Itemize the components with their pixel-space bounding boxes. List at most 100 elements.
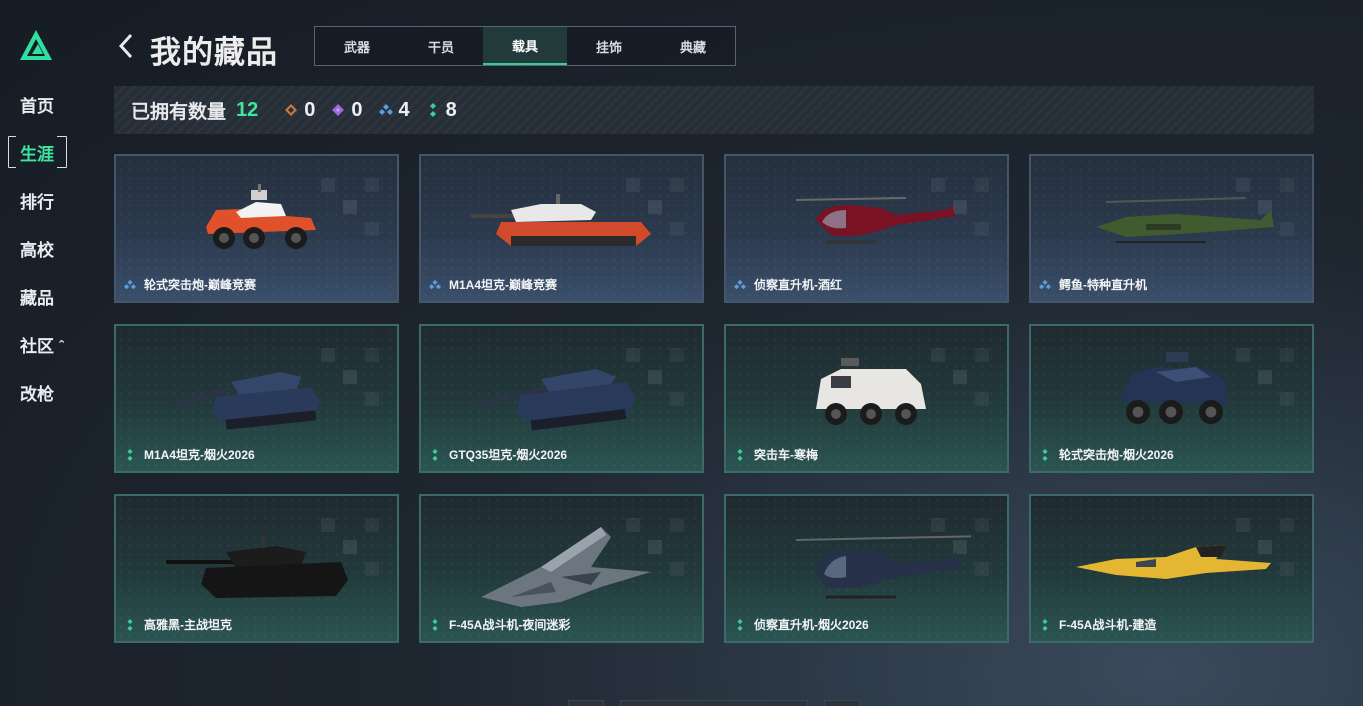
vehicle-image [795,535,971,599]
vehicle-image [166,536,348,598]
pager-next-button[interactable] [824,700,860,706]
green-double-diamond-icon [737,618,743,631]
vehicle-card[interactable]: 高雅黑-主战坦克 [114,494,399,643]
vehicle-name: 突击车-寒梅 [754,448,818,462]
vehicle-card-label: 突击车-寒梅 [734,446,818,463]
vehicle-card[interactable]: 侦察直升机-酒红 [724,154,1009,303]
vehicle-name: F-45A战斗机-建造 [1059,618,1157,632]
vehicle-image [481,527,651,607]
vehicle-image [206,184,316,249]
chevron-up-icon: ⌃ [57,338,67,351]
nav-item-label: 排行 [20,192,54,212]
owned-summary-bar: 已拥有数量 12 0 0 4 8 [114,86,1314,134]
vehicle-card-label: GTQ35坦克-烟火2026 [429,446,567,463]
green-double-diamond-icon [1042,618,1048,631]
vehicle-name: 侦察直升机-酒红 [754,278,842,292]
rarity-count-green: 8 [426,99,457,122]
vehicle-name: 轮式突击炮-烟火2026 [1059,448,1174,462]
vehicle-image [475,369,636,431]
vehicle-image [795,197,956,244]
vehicle-card-label: M1A4坦克-烟火2026 [124,446,255,463]
blue-triple-diamond-icon [124,279,136,289]
rarity-count-value: 8 [445,98,457,121]
vehicle-card-label: F-45A战斗机-建造 [1039,616,1156,633]
green-double-diamond-icon [737,448,743,461]
tab-weapons[interactable]: 武器 [315,27,399,65]
category-tabs: 武器 干员 载具 挂饰 典藏 [314,26,736,66]
orange-diamond-icon [285,104,298,116]
green-double-diamond-icon [429,103,436,117]
nav-item-label: 高校 [20,240,54,260]
vehicle-card-label: F-45A战斗机-夜间迷彩 [429,616,570,633]
vehicle-card[interactable]: F-45A战斗机-建造 [1029,494,1314,643]
vehicle-name: GTQ35坦克-烟火2026 [449,448,568,462]
rarity-count-orange: 0 [284,99,315,122]
vehicle-card-label: 侦察直升机-酒红 [734,276,842,293]
nav-item-home[interactable]: 首页 [8,88,68,120]
vehicle-image [1121,352,1228,424]
app-logo-icon [20,30,52,60]
vehicle-card[interactable]: 突击车-寒梅 [724,324,1009,473]
nav-item-ranking[interactable]: 排行 [8,184,68,216]
vehicle-card[interactable]: 轮式突击炮-烟火2026 [1029,324,1314,473]
page-title: 我的藏品 [150,35,278,70]
vehicle-image [816,358,926,425]
tab-collectibles[interactable]: 典藏 [651,27,735,65]
back-arrow-icon[interactable] [116,31,136,61]
vehicle-card[interactable]: M1A4坦克-巅峰竞赛 [419,154,704,303]
nav-item-community[interactable]: 社区 ⌃ [8,328,68,360]
vehicle-card-label: M1A4坦克-巅峰竞赛 [429,276,557,293]
green-double-diamond-icon [432,448,438,461]
nav-item-label: 生涯 [20,144,54,164]
nav-item-label: 藏品 [20,288,54,308]
vehicle-card[interactable]: GTQ35坦克-烟火2026 [419,324,704,473]
vehicle-name: M1A4坦克-烟火2026 [144,448,255,462]
vehicle-card-label: 轮式突击炮-巅峰竞赛 [124,276,256,293]
green-double-diamond-icon [1042,448,1048,461]
vehicle-name: 轮式突击炮-巅峰竞赛 [144,278,256,292]
purple-diamond-icon [332,104,345,116]
sidebar-nav: 首页 生涯 排行 高校 藏品 社区 ⌃ 改枪 [8,88,68,424]
green-double-diamond-icon [127,448,133,461]
pager-page-indicator [620,700,808,706]
vehicle-name: 高雅黑-主战坦克 [144,618,232,632]
blue-triple-diamond-icon [378,104,393,115]
vehicle-image [1096,197,1274,243]
tab-vehicles[interactable]: 载具 [483,27,567,65]
nav-item-career[interactable]: 生涯 [8,136,68,168]
vehicle-card[interactable]: 轮式突击炮-巅峰竞赛 [114,154,399,303]
nav-item-collection[interactable]: 藏品 [8,280,68,312]
vehicle-image [1076,545,1271,579]
vehicle-name: F-45A战斗机-夜间迷彩 [449,618,571,632]
nav-item-college[interactable]: 高校 [8,232,68,264]
tab-charms[interactable]: 挂饰 [567,27,651,65]
rarity-count-value: 4 [398,98,410,121]
rarity-count-blue: 4 [378,98,410,122]
vehicle-card-label: 轮式突击炮-烟火2026 [1039,446,1174,463]
rarity-count-value: 0 [304,98,316,121]
vehicle-card[interactable]: M1A4坦克-烟火2026 [114,324,399,473]
vehicle-name: 侦察直升机-烟火2026 [754,618,869,632]
rarity-count-purple: 0 [331,99,363,122]
owned-count-total: 12 [236,98,259,121]
blue-triple-diamond-icon [429,279,441,289]
nav-item-label: 社区 [20,336,54,356]
blue-triple-diamond-icon [1039,279,1051,289]
vehicle-card-label: 侦察直升机-烟火2026 [734,616,869,633]
vehicle-card-label: 高雅黑-主战坦克 [124,616,232,633]
vehicle-image [471,194,651,246]
vehicle-card[interactable]: 鳄鱼-特种直升机 [1029,154,1314,303]
vehicle-card-label: 鳄鱼-特种直升机 [1039,276,1147,293]
nav-item-gunsmith[interactable]: 改枪 [8,376,68,408]
vehicle-name: M1A4坦克-巅峰竞赛 [449,278,558,292]
green-double-diamond-icon [432,618,438,631]
vehicle-card[interactable]: F-45A战斗机-夜间迷彩 [419,494,704,643]
pager-prev-button[interactable] [568,700,604,706]
owned-count-label: 已拥有数量 [131,101,227,123]
nav-item-label: 首页 [20,96,54,116]
nav-item-label: 改枪 [20,384,54,404]
blue-triple-diamond-icon [734,279,746,289]
vehicle-card[interactable]: 侦察直升机-烟火2026 [724,494,1009,643]
tab-operators[interactable]: 干员 [399,27,483,65]
vehicle-name: 鳄鱼-特种直升机 [1059,278,1147,292]
